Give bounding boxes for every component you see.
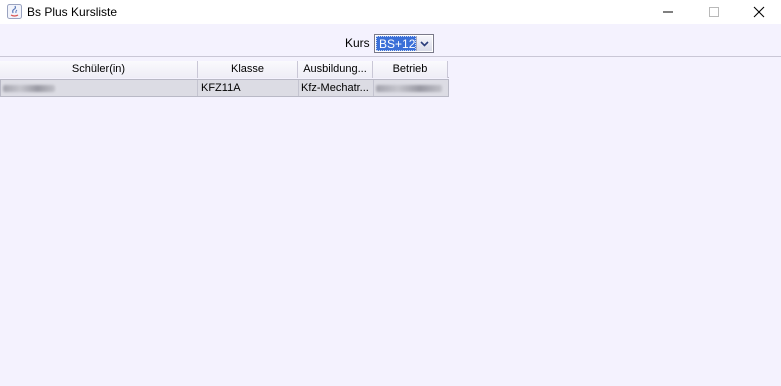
column-header-schueler[interactable]: Schüler(in) [0,61,198,78]
title-bar: Bs Plus Kursliste [0,0,781,24]
maximize-button[interactable] [691,0,737,24]
table-header: Schüler(in) Klasse Ausbildung... Betrieb [0,61,449,78]
kurs-toolbar: Kurs BS+12 [0,24,781,57]
kurs-selected-value: BS+12 [376,36,416,51]
kursliste-table: Schüler(in) Klasse Ausbildung... Betrieb… [0,61,449,97]
close-icon [753,6,765,18]
chevron-down-icon [420,40,429,47]
column-header-betrieb[interactable]: Betrieb [373,61,448,78]
kurs-select[interactable]: BS+12 [374,34,434,53]
minimize-button[interactable] [645,0,691,24]
close-button[interactable] [736,0,781,24]
maximize-icon [709,7,719,17]
redacted-name [3,84,55,92]
cell-betrieb[interactable] [374,80,448,96]
window-title: Bs Plus Kursliste [27,5,118,19]
column-header-klasse[interactable]: Klasse [198,61,298,78]
java-icon [7,4,22,19]
kurs-label: Kurs [345,36,370,50]
dropdown-arrow-button[interactable] [416,36,432,51]
main-panel: Kurs BS+12 Schüler(in) Klasse Ausbildung… [0,24,781,386]
table-row[interactable]: KFZ11A Kfz-Mechatr... [0,79,449,97]
redacted-company [376,84,442,92]
cell-ausbildung[interactable]: Kfz-Mechatr... [299,80,374,96]
column-header-ausbildung[interactable]: Ausbildung... [298,61,373,78]
cell-schueler[interactable] [1,80,198,96]
cell-klasse[interactable]: KFZ11A [199,80,299,96]
minimize-icon [663,11,673,13]
